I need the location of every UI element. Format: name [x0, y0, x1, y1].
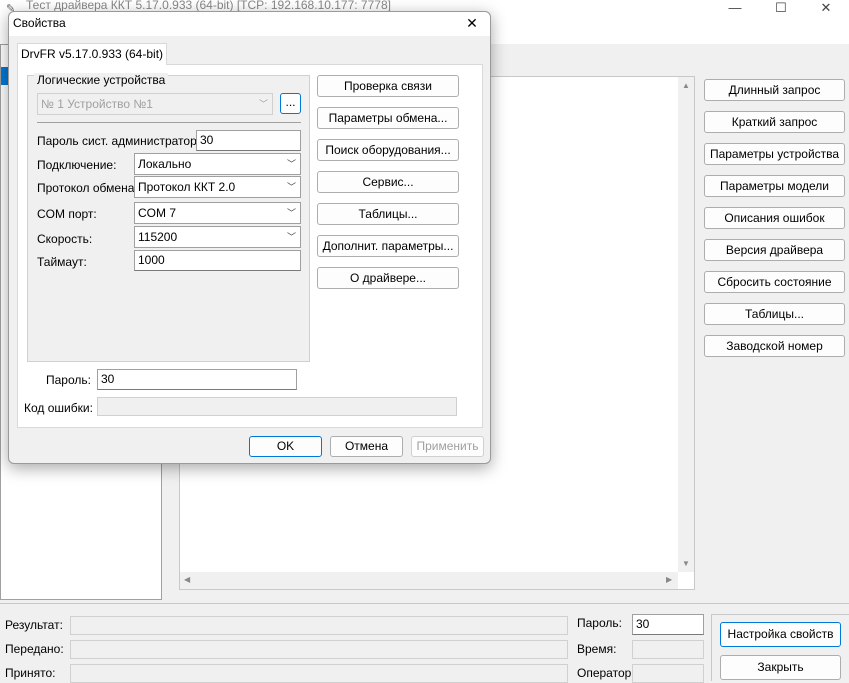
- chevron-down-icon: ﹀: [286, 182, 296, 192]
- scroll-left-icon[interactable]: ◀: [184, 575, 190, 584]
- long-request-button[interactable]: Длинный запрос: [704, 79, 845, 101]
- result-field: [70, 616, 568, 635]
- main-password-input[interactable]: 30: [632, 614, 704, 635]
- error-descriptions-button[interactable]: Описания ошибок: [704, 207, 845, 229]
- protocol-select[interactable]: Протокол ККТ 2.0 ﹀: [134, 176, 301, 198]
- received-field: [70, 664, 568, 683]
- timeout-label: Таймаут:: [37, 255, 87, 269]
- close-button[interactable]: Закрыть: [720, 655, 841, 680]
- connection-label: Подключение:: [37, 158, 117, 172]
- logical-devices-title: Логические устройства: [37, 73, 166, 87]
- chevron-down-icon: ﹀: [286, 208, 296, 218]
- device-params-button[interactable]: Параметры устройства: [704, 143, 845, 165]
- admin-password-input[interactable]: 30: [196, 130, 301, 151]
- admin-password-label: Пароль сист. администратора:: [37, 134, 207, 148]
- main-password-label: Пароль:: [577, 616, 622, 630]
- about-driver-button[interactable]: О драйвере...: [317, 267, 459, 289]
- check-connection-button[interactable]: Проверка связи: [317, 75, 459, 97]
- search-equipment-button[interactable]: Поиск оборудования...: [317, 139, 459, 161]
- dialog-title: Свойства: [13, 16, 66, 30]
- tables-button[interactable]: Таблицы...: [704, 303, 845, 325]
- device-select-value: № 1 Устройство №1: [41, 97, 153, 111]
- chevron-down-icon: ﹀: [286, 232, 296, 242]
- chevron-down-icon: ﹀: [258, 99, 268, 109]
- speed-select[interactable]: 115200 ﹀: [134, 226, 301, 248]
- properties-dialog: Свойства ✕ DrvFR v5.17.0.933 (64-bit) Ло…: [8, 11, 491, 464]
- minimize-button[interactable]: —: [715, 0, 755, 18]
- vertical-scrollbar[interactable]: ▲ ▼: [678, 77, 694, 572]
- protocol-select-value: Протокол ККТ 2.0: [138, 180, 236, 194]
- connection-select[interactable]: Локально ﹀: [134, 153, 301, 175]
- speed-select-value: 115200: [138, 230, 178, 244]
- exchange-params-button[interactable]: Параметры обмена...: [317, 107, 459, 129]
- scroll-down-icon[interactable]: ▼: [682, 559, 690, 568]
- additional-params-button[interactable]: Дополнит. параметры...: [317, 235, 459, 257]
- result-label: Результат:: [5, 618, 63, 632]
- device-select[interactable]: № 1 Устройство №1 ﹀: [37, 93, 273, 115]
- timeout-input[interactable]: 1000: [134, 250, 301, 271]
- close-icon[interactable]: ✕: [457, 15, 487, 32]
- cancel-button[interactable]: Отмена: [330, 436, 403, 457]
- service-button[interactable]: Сервис...: [317, 171, 459, 193]
- operator-field: [632, 664, 704, 683]
- time-label: Время:: [577, 642, 617, 656]
- group-divider: [37, 122, 301, 123]
- dialog-tables-button[interactable]: Таблицы...: [317, 203, 459, 225]
- error-code-label: Код ошибки:: [24, 401, 93, 415]
- status-separator: [0, 603, 849, 604]
- sent-field: [70, 640, 568, 659]
- scroll-up-icon[interactable]: ▲: [682, 81, 690, 90]
- scroll-right-icon[interactable]: ▶: [666, 575, 672, 584]
- main-close-button[interactable]: ✕: [806, 0, 846, 18]
- maximize-button[interactable]: ☐: [761, 0, 801, 18]
- sent-label: Передано:: [5, 642, 64, 656]
- com-port-select-value: COM 7: [138, 206, 177, 220]
- reset-state-button[interactable]: Сбросить состояние: [704, 271, 845, 293]
- speed-label: Скорость:: [37, 232, 93, 246]
- chevron-down-icon: ﹀: [286, 159, 296, 169]
- tab-drvfr[interactable]: DrvFR v5.17.0.933 (64-bit): [17, 43, 167, 65]
- protocol-label: Протокол обмена:: [37, 181, 138, 195]
- serial-number-button[interactable]: Заводской номер: [704, 335, 845, 357]
- operator-label: Оператор:: [577, 666, 635, 680]
- ok-button[interactable]: OK: [249, 436, 322, 457]
- device-browse-button[interactable]: ...: [280, 93, 301, 114]
- connection-select-value: Локально: [138, 157, 192, 171]
- driver-version-button[interactable]: Версия драйвера: [704, 239, 845, 261]
- apply-button[interactable]: Применить: [411, 436, 484, 457]
- com-port-label: COM порт:: [37, 207, 97, 221]
- error-code-field: [97, 397, 457, 416]
- settings-button[interactable]: Настройка свойств: [720, 622, 841, 647]
- short-request-button[interactable]: Краткий запрос: [704, 111, 845, 133]
- password-input[interactable]: 30: [97, 369, 297, 390]
- horizontal-scrollbar[interactable]: ◀ ▶: [180, 572, 678, 589]
- received-label: Принято:: [5, 666, 56, 680]
- password-label: Пароль:: [46, 373, 91, 387]
- model-params-button[interactable]: Параметры модели: [704, 175, 845, 197]
- time-field: [632, 640, 704, 659]
- dialog-title-bar: Свойства ✕: [9, 12, 490, 36]
- com-port-select[interactable]: COM 7 ﹀: [134, 202, 301, 224]
